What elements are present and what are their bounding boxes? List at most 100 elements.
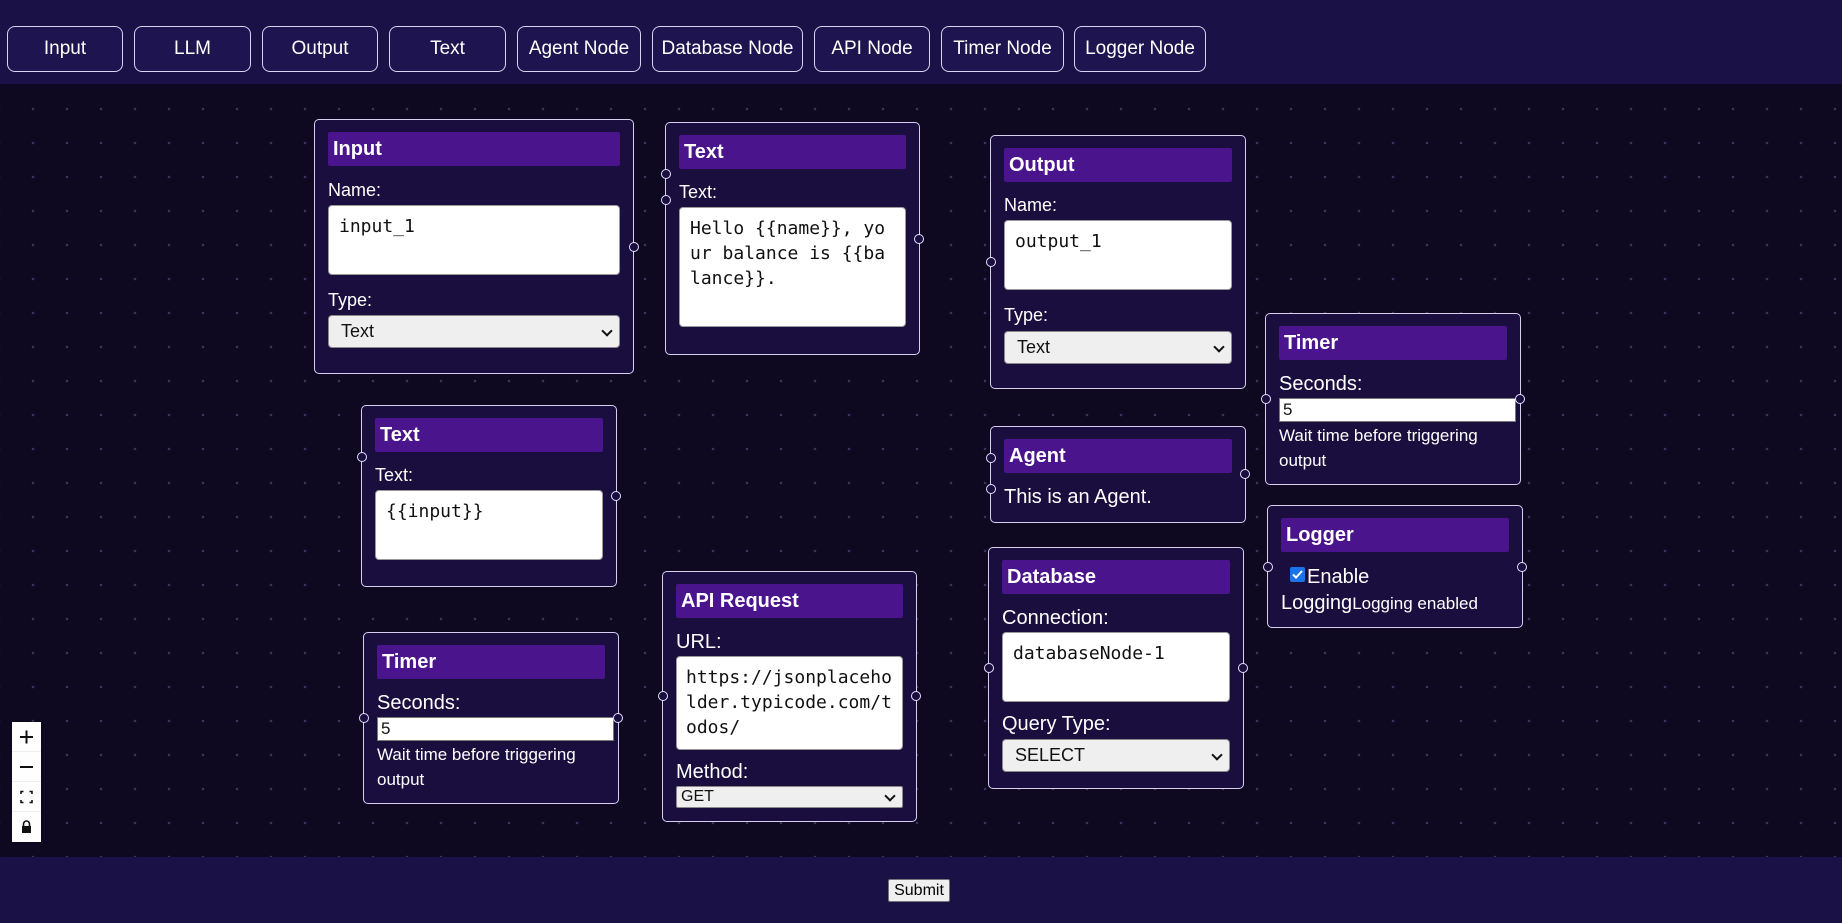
timer-hint: Wait time before triggering output <box>377 745 576 789</box>
input-node[interactable]: Input Name: input_1 Type: Text <box>314 119 634 374</box>
logger-node-output-handle[interactable] <box>1517 562 1527 572</box>
fit-view-button[interactable] <box>12 782 41 812</box>
text-node-output-handle[interactable] <box>611 491 621 501</box>
add-timer-node-button[interactable]: Timer Node <box>941 26 1064 72</box>
api-node-input-handle[interactable] <box>658 691 668 701</box>
add-text-node-button[interactable]: Text <box>389 26 506 72</box>
add-database-node-button[interactable]: Database Node <box>652 26 803 72</box>
node-toolbar: Input LLM Output Text Agent Node Databas… <box>0 0 1842 84</box>
agent-node-input-handle-2[interactable] <box>986 484 996 494</box>
timer-node[interactable]: Timer Seconds: 5 Wait time before trigge… <box>363 632 619 804</box>
url-input[interactable]: https://jsonplaceholder.typicode.com/tod… <box>676 656 903 750</box>
node-title: Agent <box>1004 439 1232 473</box>
type-select-value: Text <box>1017 337 1051 357</box>
timer-node-output-handle[interactable] <box>613 713 623 723</box>
zoom-in-icon <box>20 730 33 744</box>
type-label: Type: <box>1004 305 1049 325</box>
add-output-node-button[interactable]: Output <box>262 26 378 72</box>
connection-label: Connection: <box>1002 607 1109 629</box>
database-node[interactable]: Database Connection: databaseNode-1 Quer… <box>988 547 1244 789</box>
method-label: Method: <box>676 761 749 783</box>
type-select-value: Text <box>341 321 375 341</box>
output-node[interactable]: Output Name: output_1 Type: Text <box>990 135 1246 389</box>
type-select[interactable]: Text <box>328 315 620 348</box>
name-input[interactable]: output_1 <box>1004 220 1232 290</box>
submit-button[interactable]: Submit <box>888 879 950 902</box>
timer-node-input-handle[interactable] <box>359 713 369 723</box>
node-title: Database <box>1002 560 1230 594</box>
database-node-input-handle[interactable] <box>984 663 994 673</box>
logging-word: Logging <box>1281 592 1353 614</box>
api-node-output-handle[interactable] <box>911 691 921 701</box>
type-label: Type: <box>328 290 373 310</box>
checkmark-icon <box>1292 570 1303 579</box>
node-title: Output <box>1004 148 1232 182</box>
chevron-down-icon <box>884 790 896 802</box>
zoom-out-button[interactable] <box>12 752 41 782</box>
add-llm-node-button[interactable]: LLM <box>134 26 251 72</box>
add-input-node-button[interactable]: Input <box>7 26 123 72</box>
url-label: URL: <box>676 631 722 653</box>
zoom-out-icon <box>20 766 33 768</box>
agent-node-input-handle-1[interactable] <box>986 453 996 463</box>
name-label: Name: <box>1004 195 1058 215</box>
node-title: Input <box>328 132 620 166</box>
query-type-select[interactable]: SELECT <box>1002 739 1230 772</box>
name-input[interactable]: input_1 <box>328 205 620 275</box>
name-label: Name: <box>328 180 382 200</box>
fit-view-icon <box>20 790 33 804</box>
agent-node-output-handle[interactable] <box>1240 469 1250 479</box>
text-label: Text: <box>375 465 414 485</box>
flow-canvas[interactable] <box>0 84 1842 857</box>
text-node-input-handle-input[interactable] <box>357 452 367 462</box>
timer-node[interactable]: Timer Seconds: 5 Wait time before trigge… <box>1265 313 1521 485</box>
type-select[interactable]: Text <box>1004 331 1232 364</box>
input-node-output-handle[interactable] <box>629 242 639 252</box>
lock-button[interactable] <box>12 812 41 842</box>
text-input[interactable]: Hello {{name}}, your balance is {{balanc… <box>679 207 906 327</box>
connection-input[interactable]: databaseNode-1 <box>1002 632 1230 702</box>
add-api-node-button[interactable]: API Node <box>814 26 930 72</box>
query-type-select-value: SELECT <box>1015 745 1086 765</box>
timer-node-input-handle[interactable] <box>1261 394 1271 404</box>
text-node-input-handle-name[interactable] <box>661 169 671 179</box>
method-select-value: GET <box>681 788 714 805</box>
node-title: Timer <box>377 645 605 679</box>
enable-logging-label: Enable <box>1307 566 1370 588</box>
database-node-output-handle[interactable] <box>1238 663 1248 673</box>
node-title: Timer <box>1279 326 1507 360</box>
text-label: Text: <box>679 182 718 202</box>
timer-node-output-handle[interactable] <box>1515 394 1525 404</box>
zoom-in-button[interactable] <box>12 722 41 752</box>
seconds-label: Seconds: <box>1279 373 1363 395</box>
agent-node[interactable]: Agent This is an Agent. <box>990 426 1246 523</box>
text-node-input-handle-balance[interactable] <box>661 195 671 205</box>
logging-status: Logging enabled <box>1352 594 1478 613</box>
method-select[interactable]: GET <box>676 786 903 808</box>
timer-hint: Wait time before triggering output <box>1279 426 1478 470</box>
chevron-down-icon <box>601 324 613 337</box>
node-title: Logger <box>1281 518 1509 552</box>
zoom-controls <box>12 722 41 842</box>
query-type-label: Query Type: <box>1002 713 1111 735</box>
text-input[interactable]: {{input}} <box>375 490 603 560</box>
text-node-output-handle[interactable] <box>914 234 924 244</box>
seconds-input[interactable]: 5 <box>377 717 614 741</box>
seconds-label: Seconds: <box>377 692 461 714</box>
text-node[interactable]: Text Text: Hello {{name}}, your balance … <box>665 122 920 355</box>
node-title: API Request <box>676 584 903 618</box>
node-title: Text <box>679 135 906 169</box>
text-node[interactable]: Text Text: {{input}} <box>361 405 617 587</box>
api-request-node[interactable]: API Request URL: https://jsonplaceholder… <box>662 571 917 822</box>
node-title: Text <box>375 418 603 452</box>
logging-label: LoggingLogging enabled <box>1281 592 1478 615</box>
agent-description: This is an Agent. <box>1004 486 1152 508</box>
chevron-down-icon <box>1211 748 1223 761</box>
logger-node-input-handle[interactable] <box>1263 562 1273 572</box>
seconds-input[interactable]: 5 <box>1279 398 1516 422</box>
enable-logging-checkbox[interactable] <box>1290 567 1305 582</box>
output-node-input-handle[interactable] <box>986 257 996 267</box>
add-logger-node-button[interactable]: Logger Node <box>1074 26 1206 72</box>
logger-node[interactable]: Logger Enable LoggingLogging enabled <box>1267 505 1523 628</box>
add-agent-node-button[interactable]: Agent Node <box>517 26 641 72</box>
